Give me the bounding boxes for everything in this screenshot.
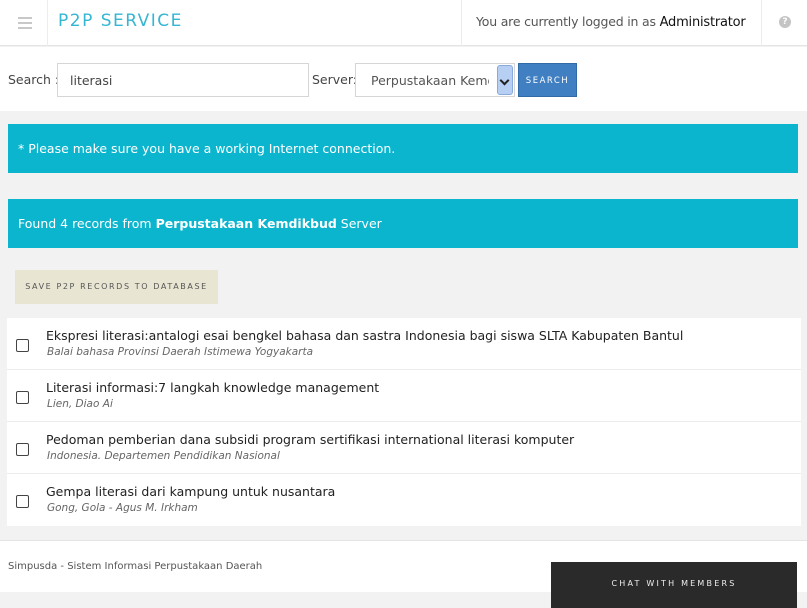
search-bar: Search : Server: Perpustakaan Kemdikbud … [0,47,807,111]
login-status[interactable]: You are currently logged in as Administr… [461,0,762,46]
list-item: Pedoman pemberian dana subsidi program s… [7,422,801,474]
search-input[interactable] [57,63,309,97]
server-label: Server: [312,72,357,87]
chevron-down-icon[interactable] [497,65,513,95]
checkbox-icon[interactable] [16,443,29,456]
app-title[interactable]: P2P SERVICE [58,11,183,31]
found-server: Perpustakaan Kemdikbud [155,216,337,231]
username[interactable]: Administrator [660,15,746,30]
login-text: You are currently logged in as Administr… [476,14,746,30]
record-title: Pedoman pemberian dana subsidi program s… [46,432,575,447]
record-author: Indonesia. Departemen Pendidikan Nasiona… [47,450,280,462]
search-label: Search : [8,72,60,87]
list-item: Ekspresi literasi:antalogi esai bengkel … [7,318,801,370]
record-author: Lien, Diao Ai [47,398,113,410]
checkbox-icon[interactable] [16,339,29,352]
record-title: Literasi informasi:7 langkah knowledge m… [46,380,380,395]
top-bar: P2P SERVICE You are currently logged in … [0,0,807,46]
search-button[interactable]: SEARCH [518,63,577,97]
save-records-button[interactable]: SAVE P2P RECORDS TO DATABASE [15,270,218,304]
internet-alert: * Please make sure you have a working In… [8,124,798,173]
record-title: Gempa literasi dari kampung untuk nusant… [46,484,336,499]
record-author: Balai bahasa Provinsi Daerah Istimewa Yo… [47,346,314,358]
checkbox-icon[interactable] [16,495,29,508]
server-select-value: Perpustakaan Kemdikbud [371,73,489,88]
hamburger-menu-icon [18,17,32,19]
record-author: Gong, Gola - Agus M. Irkham [47,502,198,514]
login-prefix: You are currently logged in as [476,14,656,29]
list-item: Gempa literasi dari kampung untuk nusant… [7,474,801,526]
server-select[interactable]: Perpustakaan Kemdikbud [355,63,515,97]
chat-with-members-button[interactable]: CHAT WITH MEMBERS [551,562,797,608]
menu-button[interactable] [0,0,48,46]
footer-text: Simpusda - Sistem Informasi Perpustakaan… [8,561,263,572]
hamburger-menu-icon-bar [18,27,32,29]
checkbox-icon[interactable] [16,391,29,404]
found-records-alert: Found 4 records from Perpustakaan Kemdik… [8,199,798,248]
record-title: Ekspresi literasi:antalogi esai bengkel … [46,328,684,343]
record-list: Ekspresi literasi:antalogi esai bengkel … [7,318,801,526]
found-prefix: Found 4 records from [18,216,152,231]
question-circle-icon[interactable]: ? [779,16,791,28]
list-item: Literasi informasi:7 langkah knowledge m… [7,370,801,422]
found-suffix: Server [340,216,382,231]
hamburger-menu-icon-bar [18,22,32,24]
